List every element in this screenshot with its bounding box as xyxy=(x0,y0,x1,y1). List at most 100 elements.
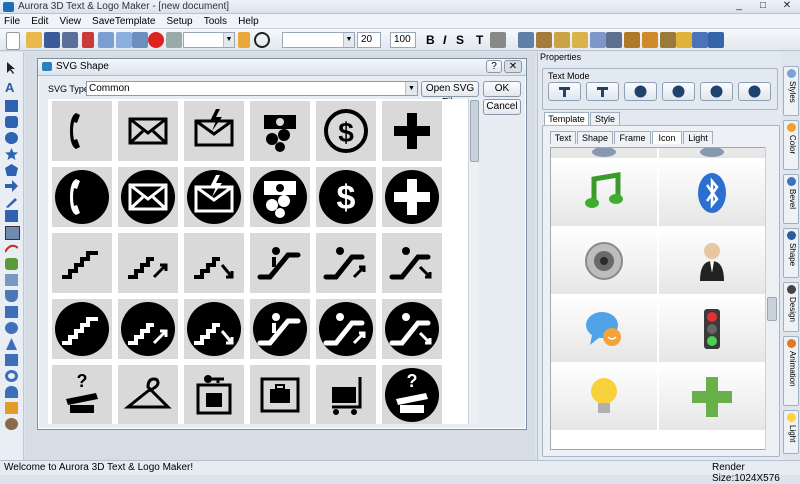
star-tool-icon[interactable] xyxy=(5,148,18,160)
close-button[interactable]: ✕ xyxy=(776,0,798,13)
rounded-rect-tool-icon[interactable] xyxy=(5,116,18,128)
zoom-combo[interactable]: 100 xyxy=(390,32,416,48)
svg-shape-escalator-up-circle[interactable] xyxy=(316,299,376,359)
svg-grid-scrollbar[interactable] xyxy=(468,99,479,424)
sphere-tool-icon[interactable] xyxy=(5,322,18,334)
svg-shape-envelope-flash[interactable] xyxy=(184,101,244,161)
svg-shape-dollar[interactable]: $ xyxy=(316,101,376,161)
svg-shape-stairs[interactable] xyxy=(52,233,112,293)
icon-list-scrollbar[interactable] xyxy=(765,147,777,450)
paste-style-icon[interactable] xyxy=(606,32,622,48)
tab-template[interactable]: Template xyxy=(544,112,589,125)
copy-style-icon[interactable] xyxy=(590,32,606,48)
clear-icon[interactable] xyxy=(166,32,182,48)
bold-button[interactable]: B xyxy=(426,33,435,47)
subtab-light[interactable]: Light xyxy=(683,131,713,144)
torus-tool-icon[interactable] xyxy=(5,370,18,382)
prism-tool-icon[interactable] xyxy=(5,354,18,366)
subtab-icon[interactable]: Icon xyxy=(652,131,682,144)
rectangle-tool-icon[interactable] xyxy=(5,100,18,112)
svg-shape-lost-found-circle[interactable]: ? xyxy=(382,365,442,424)
icon-template-partial[interactable] xyxy=(659,148,765,158)
new-document-icon[interactable] xyxy=(6,32,20,50)
menu-tools[interactable]: Tools xyxy=(200,14,231,29)
text-t-tool-icon[interactable] xyxy=(5,210,18,222)
svg-shape-coat-hanger[interactable] xyxy=(118,365,178,424)
export-icon[interactable] xyxy=(708,32,724,48)
edit-shape-icon[interactable] xyxy=(536,32,552,48)
svg-shape-cross[interactable] xyxy=(382,101,442,161)
subtab-text[interactable]: Text xyxy=(550,131,576,144)
svg-shape-baggage-lockers[interactable] xyxy=(184,365,244,424)
svg-shape-escalator-up[interactable] xyxy=(316,233,376,293)
text-3d-icon[interactable] xyxy=(624,32,640,48)
texture-icon[interactable] xyxy=(554,32,570,48)
side-tab-color[interactable]: Color xyxy=(783,120,799,170)
open-svg-file-button[interactable]: Open SVG File xyxy=(421,81,479,108)
svg-shape-lost-found[interactable]: ? xyxy=(52,365,112,424)
open-folder-icon[interactable] xyxy=(26,32,42,48)
svg-shape-envelope[interactable] xyxy=(118,101,178,161)
dialog-help-button[interactable]: ? xyxy=(486,60,502,73)
cube-tool-icon[interactable] xyxy=(5,274,18,286)
copy-icon[interactable] xyxy=(98,32,114,48)
layer-icon[interactable] xyxy=(518,32,534,48)
svg-shape-escalator-down[interactable] xyxy=(382,233,442,293)
tab-style[interactable]: Style xyxy=(590,112,620,125)
svg-shape-cross-circle[interactable] xyxy=(382,167,442,227)
light-icon[interactable] xyxy=(676,32,692,48)
text-style-button[interactable]: T xyxy=(476,33,483,47)
text-mode-extrude-button[interactable] xyxy=(586,82,619,101)
cancel-button[interactable]: Cancel xyxy=(483,99,521,115)
svg-shape-baggage-cart[interactable] xyxy=(316,365,376,424)
polygon-tool-icon[interactable] xyxy=(5,164,18,176)
duplicate-icon[interactable] xyxy=(132,32,148,48)
dialog-close-button[interactable]: ✕ xyxy=(504,60,522,73)
menu-help[interactable]: Help xyxy=(234,14,263,29)
traffic-light-icon[interactable] xyxy=(659,296,765,362)
text-tool-icon[interactable]: A xyxy=(5,81,18,94)
scroll-thumb[interactable] xyxy=(767,297,777,321)
subtab-frame[interactable]: Frame xyxy=(614,131,651,144)
import-tool-icon[interactable] xyxy=(5,402,18,414)
speaker-icon[interactable] xyxy=(551,228,657,294)
cone-tool-icon[interactable] xyxy=(5,338,18,350)
save-icon[interactable] xyxy=(44,32,60,48)
menu-savetemplate[interactable]: SaveTemplate xyxy=(88,14,159,29)
arrow-shape-tool-icon[interactable] xyxy=(5,180,18,192)
cut-icon[interactable] xyxy=(82,32,94,48)
side-tab-styles[interactable]: Styles xyxy=(783,66,799,116)
pen-tool-icon[interactable] xyxy=(5,196,18,208)
side-tab-design[interactable]: Design xyxy=(783,282,799,332)
text-mode-bevel-button[interactable] xyxy=(662,82,695,101)
svg-shape-dollar-circle[interactable]: $ xyxy=(316,167,376,227)
svg-shape-escalator-down-circle[interactable] xyxy=(382,299,442,359)
image-tool-icon[interactable] xyxy=(5,258,18,270)
side-tab-bevel[interactable]: Bevel xyxy=(783,174,799,224)
strike-button[interactable]: S xyxy=(456,33,464,47)
svg-shape-phone-circle[interactable] xyxy=(52,167,112,227)
svg-shape-envelope-circle[interactable] xyxy=(118,167,178,227)
bluetooth-icon[interactable] xyxy=(659,160,765,226)
hexagon-tool-icon[interactable] xyxy=(5,306,18,318)
svg-shape-stairs-up-circle[interactable] xyxy=(118,299,178,359)
font-combo[interactable]: ▼ xyxy=(183,32,235,48)
text-depth-icon[interactable] xyxy=(660,32,676,48)
side-tab-shape[interactable]: Shape xyxy=(783,228,799,278)
user-avatar-icon[interactable] xyxy=(659,228,765,294)
minimize-button[interactable]: _ xyxy=(728,0,750,13)
misc-tool-icon[interactable] xyxy=(5,418,18,430)
box-icon[interactable] xyxy=(572,32,588,48)
svg-shape-escalator-circle[interactable] xyxy=(250,299,310,359)
text-mode-round-button[interactable] xyxy=(624,82,657,101)
svg-shape-baggage-claim[interactable] xyxy=(250,365,310,424)
chat-bubble-icon[interactable] xyxy=(551,296,657,362)
font-size-combo[interactable]: 20 xyxy=(357,32,381,48)
svg-shape-phone[interactable] xyxy=(52,101,112,161)
ellipse-tool-icon[interactable] xyxy=(5,132,18,144)
svg-type-select[interactable]: Common ▼ xyxy=(86,81,418,96)
text-mode-outline-button[interactable] xyxy=(700,82,733,101)
pen-icon[interactable] xyxy=(238,32,250,48)
play-icon[interactable] xyxy=(254,32,270,48)
line-tool-icon[interactable] xyxy=(4,242,19,254)
